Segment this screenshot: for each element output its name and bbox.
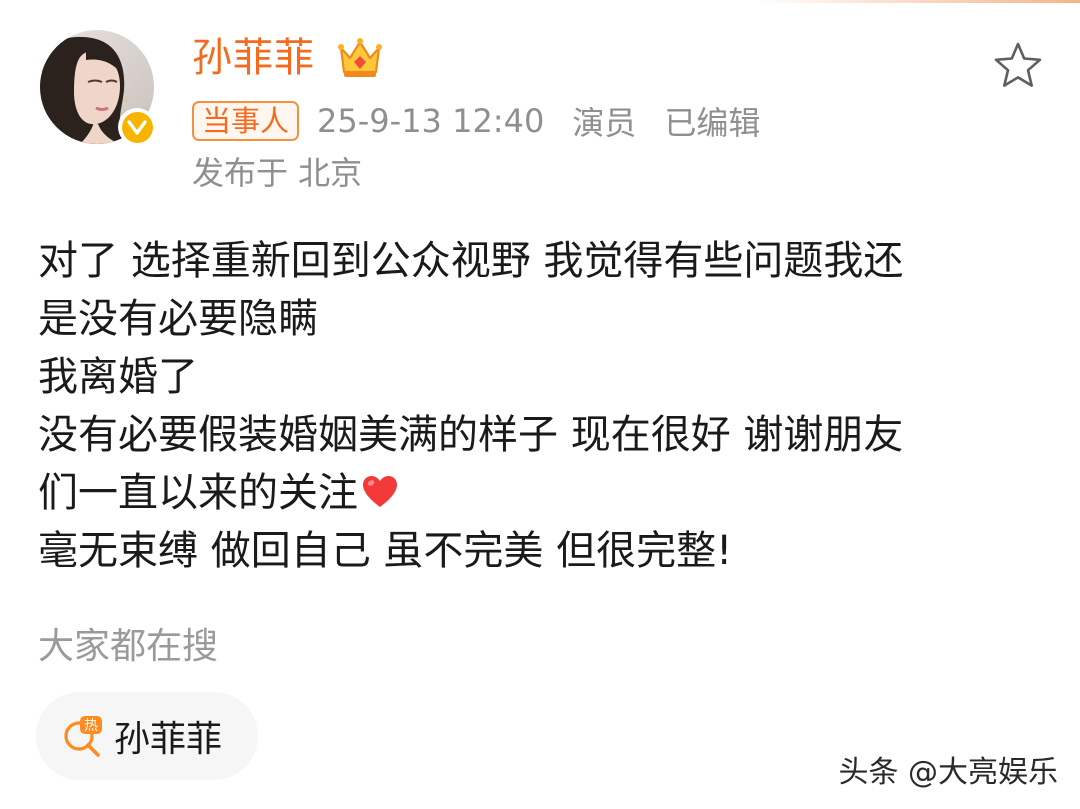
svg-text:热: 热 [84, 718, 98, 734]
post-datetime: 25-9-13 12:40 [317, 102, 545, 140]
post-content-line: 是没有必要隐瞒 [38, 296, 318, 342]
post-content-line: 对了 选择重新回到公众视野 我觉得有些问题我还 [38, 238, 904, 284]
red-heart-icon [363, 476, 397, 507]
post-content-line: 毫无束缚 做回自己 虽不完美 但很完整! [38, 528, 733, 574]
post-meta-row: 当事人 25-9-13 12:40 演员 已编辑 [192, 100, 760, 142]
author-profession: 演员 [572, 104, 637, 142]
crown-icon [338, 38, 382, 77]
post-content-line: 我离婚了 [38, 354, 198, 400]
hot-search-icon: 热 [64, 716, 102, 757]
author-name[interactable]: 孙菲菲 [192, 32, 315, 84]
top-accent-line [0, 0, 1080, 3]
post-content-line-with-heart: 们一直以来的关注 [38, 464, 1048, 522]
watermark: 头条 @大亮娱乐 [838, 755, 1058, 790]
post-location: 发布于 北京 [192, 154, 363, 192]
verified-badge-icon [118, 108, 156, 146]
role-tag: 当事人 [192, 101, 300, 141]
hot-search-chip[interactable]: 热 孙菲菲 [36, 692, 258, 780]
hot-search-label: 孙菲菲 [114, 719, 223, 760]
post-content-line: 们一直以来的关注 [38, 470, 358, 516]
post-content: 对了 选择重新回到公众视野 我觉得有些问题我还 是没有必要隐瞒 我离婚了 没有必… [38, 232, 1048, 580]
edited-label[interactable]: 已编辑 [664, 98, 760, 144]
favorite-star-icon[interactable] [990, 38, 1046, 94]
post-content-line: 没有必要假装婚姻美满的样子 现在很好 谢谢朋友 [38, 412, 904, 458]
trending-search-title: 大家都在搜 [38, 626, 219, 667]
